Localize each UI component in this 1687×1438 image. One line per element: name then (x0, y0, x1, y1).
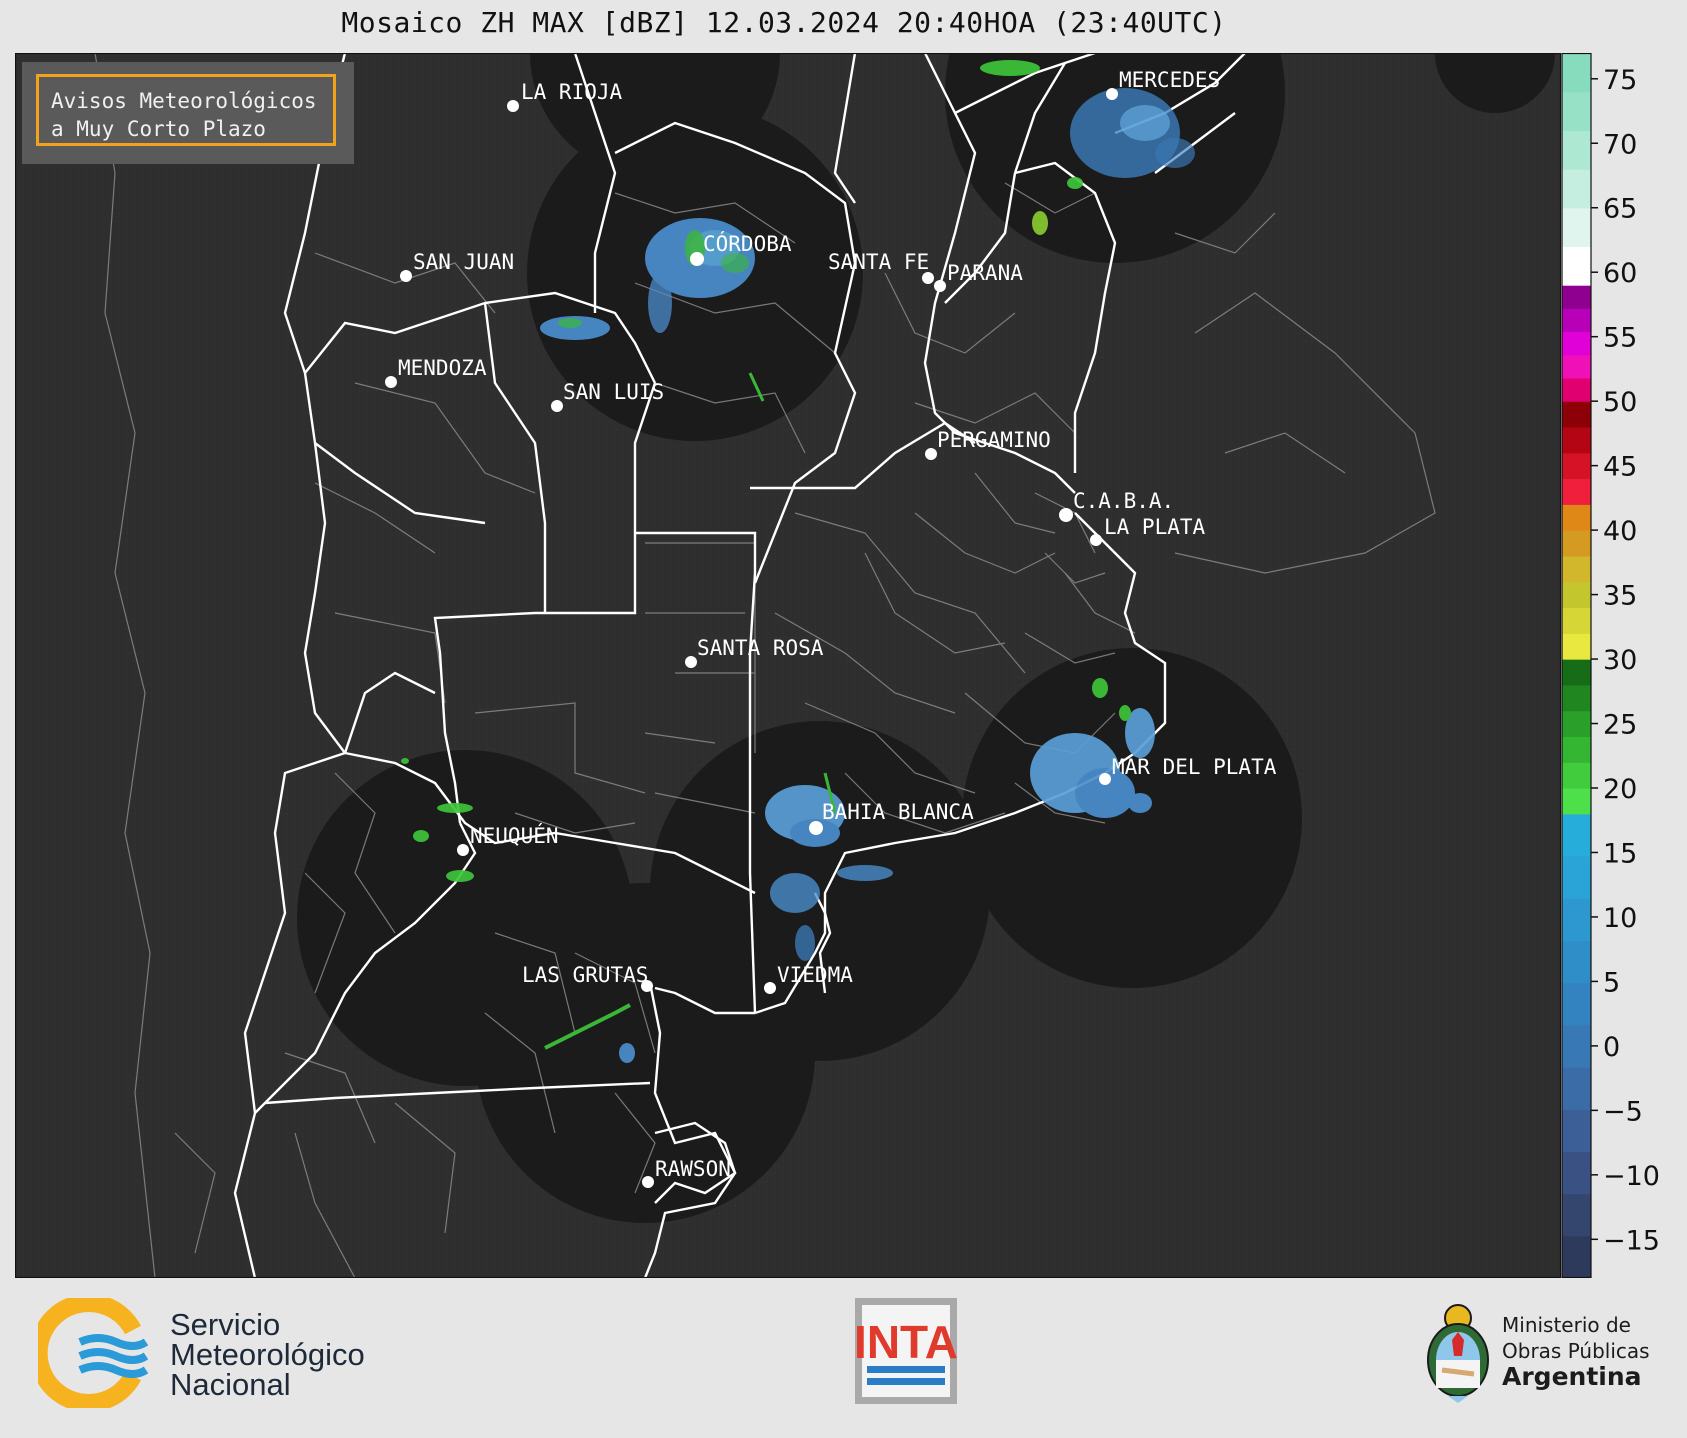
ministry-line-2: Obras Públicas (1502, 1339, 1650, 1363)
city-label: MERCEDES (1119, 68, 1220, 92)
colorbar-band (1562, 1151, 1591, 1195)
colorbar-tick-label: 25 (1603, 710, 1637, 741)
radar-map: LA RIOJA CÓRDOBA SAN JUAN SANTA FE PARAN… (15, 53, 1561, 1278)
notice-panel: Avisos Meteorológicos a Muy Corto Plazo (22, 62, 354, 164)
colorbar-band (1562, 377, 1591, 402)
colorbar-band (1562, 169, 1591, 209)
colorbar-tick-label: −15 (1603, 1225, 1660, 1256)
colorbar-tick-label: 50 (1603, 387, 1637, 418)
city-label: LA RIOJA (521, 80, 623, 104)
colorbar-ticks: 757065605550454035302520151050−5−10−15 (1591, 65, 1660, 1256)
colorbar-band (1562, 581, 1591, 609)
smn-logo-icon (38, 1298, 148, 1408)
radar-disc-mar-del-plata (962, 648, 1302, 988)
colorbar-band (1562, 633, 1591, 660)
colorbar-tick-label: 75 (1603, 65, 1637, 96)
colorbar-tick-label: 60 (1603, 258, 1637, 289)
colorbar-band (1562, 207, 1591, 248)
notice-frame: Avisos Meteorológicos a Muy Corto Plazo (36, 74, 336, 146)
colorbar-tick-label: 40 (1603, 516, 1637, 547)
city-label: PERGAMINO (937, 428, 1051, 452)
colorbar-band (1562, 813, 1591, 857)
colorbar-tick-label: 35 (1603, 581, 1637, 612)
colorbar-tick-label: 15 (1603, 838, 1637, 869)
ministry-line-1: Ministerio de (1502, 1313, 1631, 1337)
colorbar-band (1562, 91, 1591, 131)
ministry-name: Ministerio de Obras Públicas Argentina (1502, 1312, 1650, 1390)
colorbar-band (1562, 762, 1591, 789)
city-label: RAWSON (655, 1157, 731, 1181)
city-label: MENDOZA (398, 356, 487, 380)
colorbar-band (1562, 308, 1591, 333)
colorbar-tick-label: −5 (1603, 1096, 1643, 1127)
argentina-coat-of-arms-icon (1427, 1304, 1489, 1403)
colorbar-band (1562, 1193, 1591, 1237)
smn-name: Servicio Meteorológico Nacional (170, 1307, 365, 1402)
colorbar-band (1562, 130, 1591, 170)
colorbar-band (1562, 246, 1591, 286)
city-label: C.A.B.A. (1073, 489, 1174, 513)
smn-line-2: Meteorológico (170, 1337, 365, 1372)
inta-text: INTA (855, 1316, 957, 1368)
colorbar-tick-label: 5 (1603, 967, 1620, 998)
colorbar-band (1562, 736, 1591, 763)
colorbar-tick-label: 70 (1603, 129, 1637, 160)
city-label: SAN LUIS (563, 380, 664, 404)
colorbar-band (1562, 1066, 1591, 1110)
colorbar-band (1562, 1235, 1591, 1278)
colorbar-band (1562, 53, 1591, 93)
colorbar-band (1562, 898, 1591, 941)
notice-line-1: Avisos Meteorológicos (51, 89, 317, 113)
colorbar-tick-label: 10 (1603, 903, 1637, 934)
smn-line-3: Nacional (170, 1367, 291, 1402)
colorbar-band (1562, 855, 1591, 899)
colorbar-bands (1562, 53, 1591, 1278)
city-label: LA PLATA (1104, 515, 1206, 539)
colorbar-band (1562, 426, 1591, 454)
city-label: SANTA ROSA (697, 636, 824, 660)
colorbar-tick-label: 45 (1603, 452, 1637, 483)
colorbar-band (1562, 1024, 1591, 1068)
colorbar-band (1562, 788, 1591, 815)
city-label: BAHIA BLANCA (822, 800, 974, 824)
notice-line-2: a Muy Corto Plazo (51, 117, 266, 141)
colorbar-band (1562, 504, 1591, 531)
colorbar-tick-label: 20 (1603, 774, 1637, 805)
inta-logo-icon: INTA (855, 1298, 957, 1404)
city-label: PARANA (947, 261, 1023, 285)
colorbar-band (1562, 530, 1591, 557)
radar-disc-las-grutas (475, 883, 815, 1223)
colorbar-band (1562, 331, 1591, 356)
city-label: LAS GRUTAS (522, 963, 648, 987)
colorbar-band (1562, 452, 1591, 480)
city-label: CÓRDOBA (703, 231, 792, 256)
colorbar-tick-label: 65 (1603, 194, 1637, 225)
colorbar-band (1562, 555, 1591, 583)
colorbar-band (1562, 659, 1591, 686)
city-label: SANTA FE (828, 250, 929, 274)
map-title: Mosaico ZH MAX [dBZ] 12.03.2024 20:40HOA… (341, 6, 1227, 39)
colorbar-band (1562, 710, 1591, 738)
colorbar: 757065605550454035302520151050−5−10−15 (1561, 53, 1660, 1278)
colorbar-band (1562, 354, 1591, 379)
colorbar-tick-label: 30 (1603, 645, 1637, 676)
colorbar-band (1562, 982, 1591, 1026)
city-label: SAN JUAN (413, 250, 514, 274)
city-label: NEUQUÉN (470, 823, 559, 848)
ministry-line-3: Argentina (1502, 1362, 1642, 1391)
colorbar-tick-label: −10 (1603, 1161, 1660, 1192)
colorbar-band (1562, 684, 1591, 712)
colorbar-band (1562, 285, 1591, 309)
colorbar-tick-label: 0 (1603, 1032, 1620, 1063)
colorbar-band (1562, 478, 1591, 505)
colorbar-tick-label: 55 (1603, 323, 1637, 354)
smn-line-1: Servicio (170, 1307, 281, 1342)
colorbar-band (1562, 401, 1591, 428)
colorbar-band (1562, 940, 1591, 984)
colorbar-band (1562, 607, 1591, 634)
city-label: VIEDMA (777, 963, 853, 987)
city-label: MAR DEL PLATA (1112, 755, 1277, 779)
colorbar-band (1562, 1109, 1591, 1152)
